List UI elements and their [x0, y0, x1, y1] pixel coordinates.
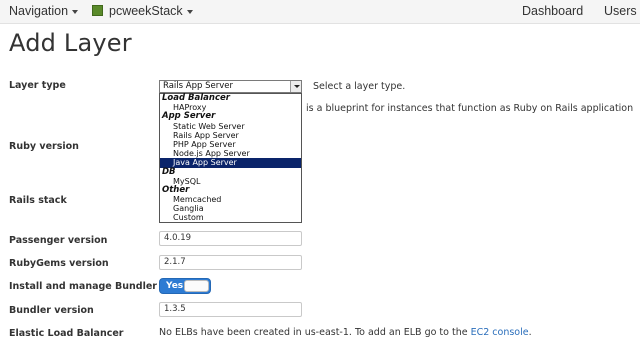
dropdown-group-label: Other — [162, 184, 190, 195]
dropdown-group-label: Load Balancer — [162, 93, 230, 103]
dropdown-option[interactable]: Custom — [160, 213, 301, 222]
layer-type-selected-value: Rails App Server — [163, 81, 233, 91]
elb-label: Elastic Load Balancer — [9, 328, 124, 339]
chevron-down-icon — [72, 9, 79, 14]
layer-type-dropdown-list: Load Balancer HAProxy App Server Static Web… — [159, 93, 302, 223]
stack-selector[interactable]: pcweekStack — [92, 4, 193, 18]
dropdown-option[interactable]: PHP App Server — [160, 140, 301, 149]
layer-type-help: Select a layer type. — [313, 81, 406, 92]
dropdown-group-label: DB — [162, 166, 176, 177]
bundler-version-label: Bundler version — [9, 305, 94, 316]
layer-type-label: Layer type — [9, 80, 66, 91]
page-title: Add Layer — [9, 29, 132, 57]
dropdown-arrow-icon[interactable] — [290, 81, 301, 92]
top-navbar: Navigation pcweekStack Dashboard Users — [0, 0, 640, 24]
navigation-menu[interactable]: Navigation — [9, 4, 79, 18]
dropdown-option[interactable]: Node.js App Server — [160, 149, 301, 158]
ec2-console-link[interactable]: EC2 console — [471, 327, 529, 338]
rubygems-version-input[interactable]: 2.1.7 — [159, 255, 302, 270]
rails-stack-label: Rails stack — [9, 195, 67, 206]
dropdown-option[interactable]: Ganglia — [160, 204, 301, 213]
ruby-version-label: Ruby version — [9, 141, 79, 152]
layer-type-select[interactable]: Rails App Server — [159, 80, 302, 93]
elb-message: No ELBs have been created in us-east-1. … — [159, 327, 532, 338]
dropdown-option[interactable]: Java App Server — [160, 158, 301, 168]
bundler-version-input[interactable]: 1.3.5 — [159, 302, 302, 317]
install-bundler-toggle[interactable]: Yes — [159, 278, 211, 294]
stack-selector-label: pcweekStack — [109, 4, 183, 18]
users-link[interactable]: Users — [604, 4, 637, 18]
toggle-knob[interactable] — [184, 280, 209, 292]
elb-message-suffix: . — [528, 327, 532, 338]
dropdown-group-label: App Server — [162, 111, 216, 122]
toggle-state-label: Yes — [166, 281, 184, 291]
install-bundler-label: Install and manage Bundler — [9, 281, 157, 292]
chevron-down-icon — [186, 9, 193, 14]
stack-icon — [92, 5, 103, 16]
passenger-version-label: Passenger version — [9, 235, 108, 246]
navigation-menu-label: Navigation — [9, 4, 69, 18]
passenger-version-input[interactable]: 4.0.19 — [159, 231, 302, 246]
dropdown-option[interactable]: Rails App Server — [160, 131, 301, 140]
rubygems-version-label: RubyGems version — [9, 258, 109, 269]
dropdown-option[interactable]: Static Web Server — [160, 122, 301, 131]
elb-message-text: No ELBs have been created in us-east-1. … — [159, 327, 471, 338]
dashboard-link[interactable]: Dashboard — [522, 4, 583, 18]
layer-type-description: is a blueprint for instances that functi… — [306, 103, 634, 114]
dropdown-option[interactable]: Memcached — [160, 195, 301, 204]
